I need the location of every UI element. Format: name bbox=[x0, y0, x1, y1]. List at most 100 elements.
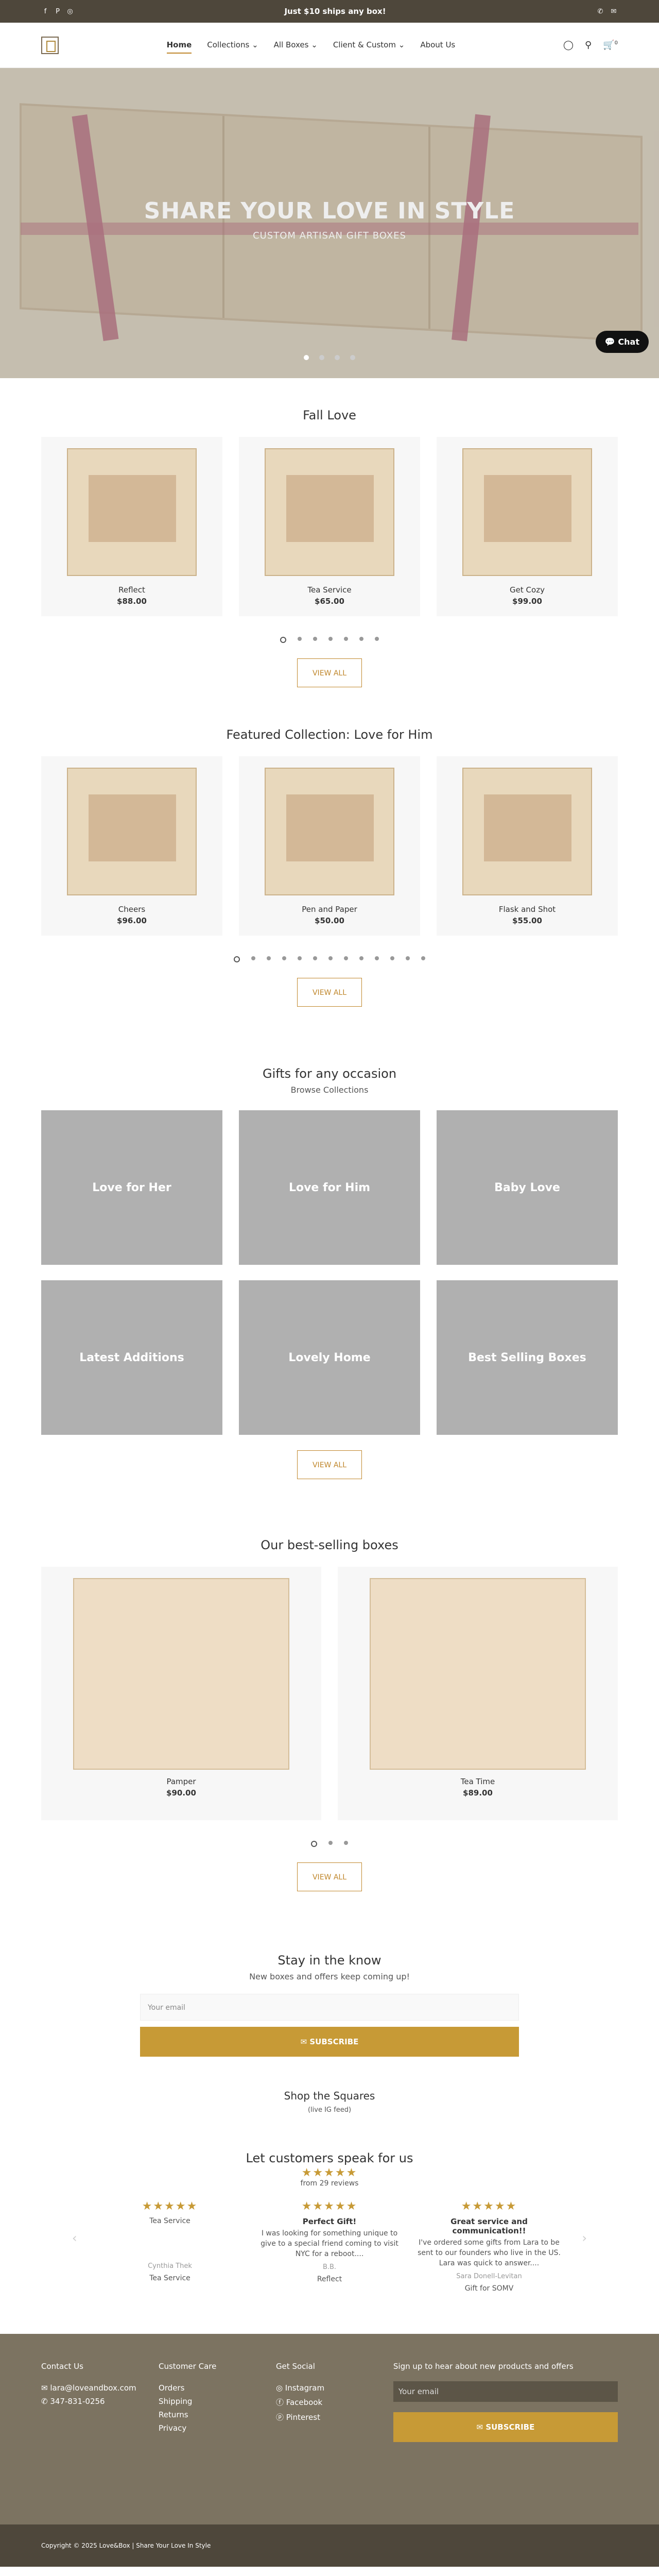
product-card[interactable]: Tea Time $89.00 bbox=[338, 1567, 618, 1820]
review-product[interactable]: Reflect bbox=[257, 2275, 402, 2283]
featured-section: Featured Collection: Love for Him Cheers… bbox=[0, 687, 659, 1007]
subscribe-button[interactable]: ✉ SUBSCRIBE bbox=[140, 2027, 519, 2057]
slide-dot[interactable] bbox=[298, 956, 302, 960]
mail-icon[interactable]: ✉ bbox=[610, 7, 618, 15]
footer-subscribe-button[interactable]: ✉ SUBSCRIBE bbox=[393, 2412, 618, 2442]
product-card[interactable]: Reflect $88.00 bbox=[41, 437, 222, 616]
section-subtitle: New boxes and offers keep coming up! bbox=[249, 1972, 410, 1981]
phone-icon[interactable]: ✆ bbox=[596, 7, 604, 15]
slide-dot[interactable] bbox=[421, 956, 425, 960]
slide-dot[interactable] bbox=[313, 956, 317, 960]
footer-link[interactable]: Privacy bbox=[159, 2424, 276, 2433]
main-nav: Home Collections ⌄ All Boxes ⌄ Client & … bbox=[166, 37, 455, 54]
footer-care: Customer Care Orders Shipping Returns Pr… bbox=[159, 2362, 276, 2442]
chevron-down-icon: ⌄ bbox=[311, 40, 318, 49]
slide-dot[interactable] bbox=[267, 956, 271, 960]
site-header: Home Collections ⌄ All Boxes ⌄ Client & … bbox=[0, 23, 659, 68]
slide-dot[interactable] bbox=[304, 355, 309, 360]
footer-phone[interactable]: ✆ 347-831-0256 bbox=[41, 2397, 159, 2406]
footer-link[interactable]: Shipping bbox=[159, 2397, 276, 2406]
logo[interactable] bbox=[41, 36, 59, 54]
slide-dot[interactable] bbox=[280, 637, 286, 643]
view-all-button[interactable]: VIEW ALL bbox=[297, 1862, 362, 1891]
product-card[interactable]: Get Cozy $99.00 bbox=[437, 437, 618, 616]
collection-tile[interactable]: Lovely Home bbox=[239, 1280, 420, 1435]
product-name: Reflect bbox=[118, 585, 145, 595]
slide-dot[interactable] bbox=[390, 956, 394, 960]
nav-home[interactable]: Home bbox=[166, 37, 192, 54]
slide-dot[interactable] bbox=[350, 355, 355, 360]
nav-about[interactable]: About Us bbox=[420, 37, 455, 54]
product-name: Tea Time bbox=[460, 1777, 495, 1786]
slide-dot[interactable] bbox=[298, 637, 302, 641]
footer-email[interactable]: ✉ lara@loveandbox.com bbox=[41, 2383, 159, 2393]
slide-dot[interactable] bbox=[375, 956, 379, 960]
slide-dot[interactable] bbox=[344, 637, 348, 641]
slide-dot[interactable] bbox=[328, 1841, 333, 1845]
slide-dot[interactable] bbox=[344, 1841, 348, 1845]
hero-banner: SHARE YOUR LOVE IN STYLE CUSTOM ARTISAN … bbox=[0, 68, 659, 378]
slide-dot[interactable] bbox=[251, 956, 255, 960]
footer-link[interactable]: Orders bbox=[159, 2383, 276, 2393]
section-title: Featured Collection: Love for Him bbox=[226, 727, 433, 742]
chat-button[interactable]: 💬 Chat bbox=[595, 331, 649, 353]
search-icon[interactable]: ⚲ bbox=[585, 40, 592, 50]
collection-tile[interactable]: Love for Him bbox=[239, 1110, 420, 1265]
slide-dot[interactable] bbox=[328, 956, 333, 960]
instagram-icon[interactable]: ◎ bbox=[66, 7, 74, 15]
collection-tile[interactable]: Best Selling Boxes bbox=[437, 1280, 618, 1435]
section-title: Stay in the know bbox=[278, 1953, 381, 1968]
slide-dot[interactable] bbox=[234, 956, 240, 962]
nav-collections[interactable]: Collections ⌄ bbox=[207, 37, 258, 54]
product-price: $89.00 bbox=[463, 1788, 493, 1798]
slide-dot[interactable] bbox=[282, 956, 286, 960]
chevron-down-icon: ⌄ bbox=[398, 40, 405, 49]
view-all-button[interactable]: VIEW ALL bbox=[297, 658, 362, 687]
collection-tile[interactable]: Love for Her bbox=[41, 1110, 222, 1265]
nav-client-custom[interactable]: Client & Custom ⌄ bbox=[333, 37, 405, 54]
nav-all-boxes[interactable]: All Boxes ⌄ bbox=[274, 37, 318, 54]
view-all-button[interactable]: VIEW ALL bbox=[297, 1450, 362, 1479]
review-count: from 29 reviews bbox=[300, 2179, 359, 2188]
review-product[interactable]: Gift for SOMV bbox=[417, 2284, 561, 2293]
prev-arrow-icon[interactable]: ‹ bbox=[72, 2231, 77, 2245]
slide-dot[interactable] bbox=[344, 956, 348, 960]
footer-contact: Contact Us ✉ lara@loveandbox.com ✆ 347-8… bbox=[41, 2362, 159, 2442]
next-arrow-icon[interactable]: › bbox=[582, 2231, 587, 2245]
footer-link[interactable]: ◎ Instagram bbox=[276, 2383, 393, 2393]
email-input[interactable]: Your email bbox=[140, 1994, 519, 2021]
product-price: $65.00 bbox=[315, 597, 344, 606]
product-card[interactable]: Pen and Paper $50.00 bbox=[239, 756, 420, 936]
slide-dot[interactable] bbox=[359, 637, 363, 641]
product-name: Flask and Shot bbox=[498, 905, 556, 914]
collection-tile[interactable]: Baby Love bbox=[437, 1110, 618, 1265]
view-all-button[interactable]: VIEW ALL bbox=[297, 978, 362, 1007]
product-image bbox=[265, 448, 394, 576]
review-body: I've ordered some gifts from Lara to be … bbox=[418, 2239, 561, 2267]
collection-tile[interactable]: Latest Additions bbox=[41, 1280, 222, 1435]
section-title: Let customers speak for us bbox=[246, 2151, 413, 2165]
product-card[interactable]: Tea Service $65.00 bbox=[239, 437, 420, 616]
facebook-icon[interactable]: f bbox=[41, 7, 49, 15]
slide-dot[interactable] bbox=[406, 956, 410, 960]
footer-link[interactable]: ⓟ Pinterest bbox=[276, 2412, 393, 2422]
slide-dot[interactable] bbox=[328, 637, 333, 641]
slide-dot[interactable] bbox=[319, 355, 324, 360]
footer-link[interactable]: ⓕ Facebook bbox=[276, 2397, 393, 2408]
account-icon[interactable]: ◯ bbox=[563, 40, 574, 50]
footer-link[interactable]: Returns bbox=[159, 2410, 276, 2419]
footer-email-input[interactable]: Your email bbox=[393, 2381, 618, 2402]
slide-dot[interactable] bbox=[313, 637, 317, 641]
slide-dot[interactable] bbox=[335, 355, 340, 360]
product-card[interactable]: Cheers $96.00 bbox=[41, 756, 222, 936]
product-card[interactable]: Pamper $90.00 bbox=[41, 1567, 321, 1820]
slide-dot[interactable] bbox=[375, 637, 379, 641]
chat-icon: 💬 bbox=[604, 337, 615, 347]
slide-dot[interactable] bbox=[359, 956, 363, 960]
slide-dot[interactable] bbox=[311, 1841, 317, 1847]
product-card[interactable]: Flask and Shot $55.00 bbox=[437, 756, 618, 936]
pinterest-icon[interactable]: P bbox=[54, 7, 62, 15]
review-card: ★★★★★ Tea Service Cynthia Thek Tea Service bbox=[98, 2200, 242, 2293]
cart-icon[interactable]: 🛒0 bbox=[603, 40, 618, 50]
review-product[interactable]: Tea Service bbox=[98, 2274, 242, 2282]
